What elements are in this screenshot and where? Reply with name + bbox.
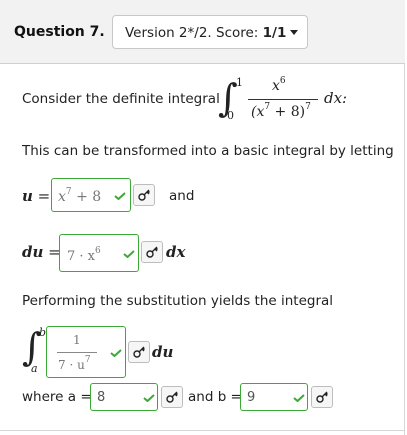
sub-suffix: du	[152, 343, 174, 361]
upper-limit: 1	[236, 76, 243, 89]
and-b-text: and b =	[188, 389, 242, 405]
key-icon	[146, 246, 158, 258]
du-answer-value: 7 · x6	[67, 246, 101, 264]
key-icon-button[interactable]	[141, 241, 163, 263]
question-header: Question 7. Version 2*/2. Score: 1/1	[0, 0, 405, 64]
chevron-down-icon	[290, 30, 298, 35]
du-label: du =	[22, 243, 61, 261]
transform-text: This can be transformed into a basic int…	[22, 143, 394, 159]
sub-lower-limit: a	[31, 362, 38, 375]
key-icon-button[interactable]	[128, 341, 150, 363]
u-answer-field[interactable]: x7 + 8	[51, 178, 131, 212]
sub-numerator: 1	[73, 333, 81, 347]
key-icon	[138, 189, 150, 201]
intro-text: Consider the definite integral	[22, 91, 220, 107]
fraction-bar	[248, 99, 318, 100]
u-answer-value: x7 + 8	[58, 187, 102, 205]
question-title: Question 7.	[14, 24, 105, 40]
check-icon	[123, 250, 135, 258]
key-icon-button[interactable]	[161, 386, 183, 408]
integrand-answer-field[interactable]: 1 7 · u7	[46, 326, 126, 378]
sub-upper-limit: b	[39, 326, 47, 339]
version-label: Version 2*/2. Score:	[125, 25, 263, 41]
check-icon	[143, 394, 155, 402]
where-a-text: where a =	[22, 389, 92, 405]
key-icon	[133, 346, 145, 358]
check-icon	[293, 394, 305, 402]
and-text: and	[169, 188, 195, 204]
version-score: 1/1	[262, 25, 287, 41]
substitution-text: Performing the substitution yields the i…	[22, 293, 334, 309]
divider	[0, 430, 405, 431]
du-answer-field[interactable]: 7 · x6	[59, 234, 139, 272]
sub-denominator: 7 · u7	[58, 355, 91, 372]
sub-fraction-bar	[57, 352, 97, 353]
integrand-denominator: (x7 + 8)7	[251, 102, 311, 120]
a-answer-value: 8	[97, 390, 106, 405]
a-answer-field[interactable]: 8	[90, 383, 158, 411]
b-answer-field[interactable]: 9	[240, 383, 308, 411]
check-icon	[110, 349, 122, 357]
version-select[interactable]: Version 2*/2. Score: 1/1	[112, 15, 308, 49]
key-icon-button[interactable]	[133, 184, 155, 206]
integrand-numerator: x6	[272, 76, 286, 94]
key-icon	[316, 391, 328, 403]
key-icon-button[interactable]	[311, 386, 333, 408]
key-icon	[166, 391, 178, 403]
u-label: u =	[22, 187, 51, 205]
du-suffix: dx	[166, 243, 186, 261]
lower-limit: 0	[227, 109, 234, 122]
check-icon	[114, 192, 126, 200]
b-answer-value: 9	[247, 390, 256, 405]
differential: dx:	[324, 89, 348, 107]
